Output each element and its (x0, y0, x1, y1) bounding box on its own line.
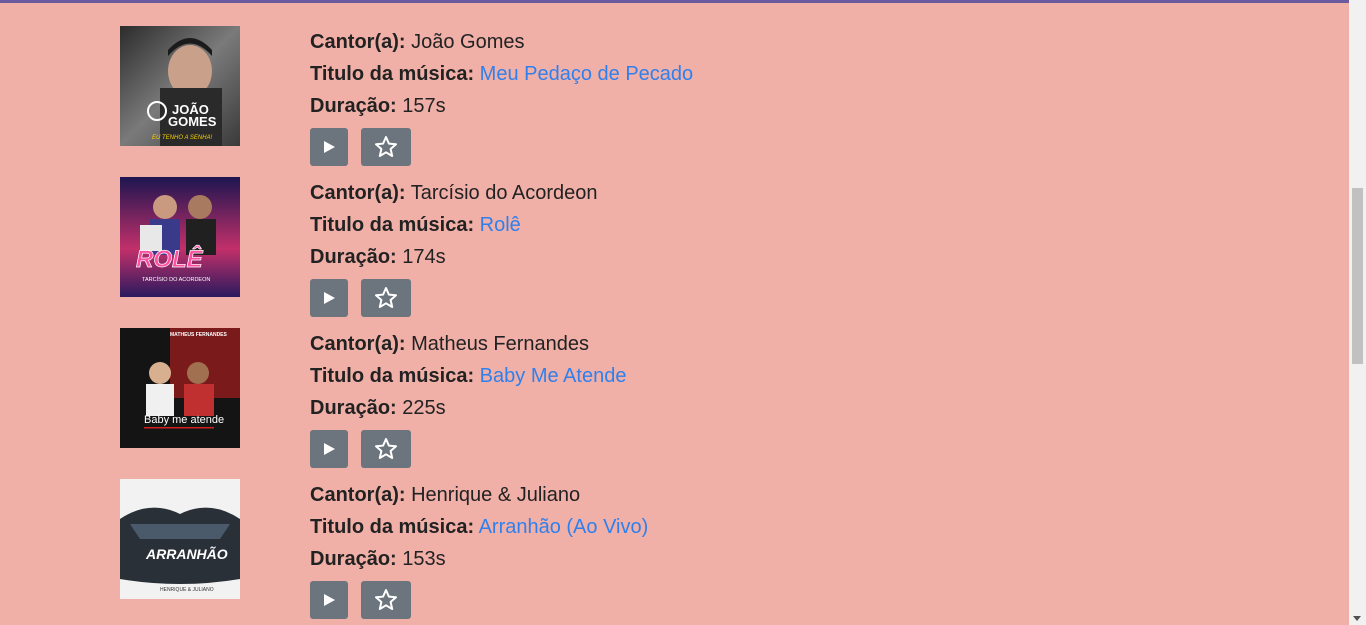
artist-line: Cantor(a): Henrique & Juliano (310, 479, 648, 511)
song-item: ROLÊ TARCÍSIO DO ACORDEON Cantor(a): Tar… (120, 177, 1340, 328)
duration-label: Duração: (310, 246, 397, 268)
duration-value: 225s (402, 397, 446, 419)
duration-label: Duração: (310, 397, 397, 419)
title-label: Titulo da música: (310, 365, 475, 387)
duration-label: Duração: (310, 548, 397, 570)
song-item: MATHEUS FERNANDES Baby me atende Cantor(… (120, 328, 1340, 479)
artist-line: Cantor(a): João Gomes (310, 26, 693, 58)
title-line: Titulo da música: Arranhão (Ao Vivo) (310, 511, 648, 543)
title-label: Titulo da música: (310, 214, 475, 236)
play-icon (324, 141, 335, 153)
svg-text:EU TENHO A SENHA!: EU TENHO A SENHA! (152, 135, 213, 141)
artist-name: Tarcísio do Acordeon (410, 182, 598, 204)
vertical-scrollbar[interactable] (1349, 0, 1366, 625)
svg-text:ARRANHÃO: ARRANHÃO (145, 545, 228, 562)
artist-label: Cantor(a): (310, 333, 406, 355)
album-cover: JOÃO GOMES EU TENHO A SENHA! (120, 26, 240, 146)
play-button[interactable] (310, 581, 348, 619)
title-line: Titulo da música: Rolê (310, 209, 598, 241)
duration-line: Duração: 174s (310, 241, 598, 273)
svg-text:Baby me atende: Baby me atende (144, 414, 224, 426)
play-button[interactable] (310, 279, 348, 317)
star-icon (375, 287, 397, 308)
play-button[interactable] (310, 128, 348, 166)
artist-label: Cantor(a): (310, 484, 406, 506)
duration-label: Duração: (310, 95, 397, 117)
scroll-down-arrow-icon[interactable] (1353, 616, 1361, 621)
album-cover: MATHEUS FERNANDES Baby me atende (120, 328, 240, 448)
artist-name: João Gomes (411, 31, 525, 53)
favorite-button[interactable] (361, 279, 411, 317)
artist-label: Cantor(a): (310, 182, 406, 204)
page-top-border (0, 0, 1349, 3)
artist-label: Cantor(a): (310, 31, 406, 53)
svg-text:TARCÍSIO DO ACORDEON: TARCÍSIO DO ACORDEON (142, 276, 210, 283)
svg-text:ROLÊ: ROLÊ (136, 245, 204, 273)
play-icon (324, 292, 335, 304)
svg-text:MATHEUS FERNANDES: MATHEUS FERNANDES (170, 332, 228, 338)
play-icon (324, 443, 335, 455)
song-title-link[interactable]: Meu Pedaço de Pecado (480, 63, 694, 85)
title-line: Titulo da música: Meu Pedaço de Pecado (310, 58, 693, 90)
song-actions (310, 581, 648, 619)
song-title-link[interactable]: Baby Me Atende (480, 365, 627, 387)
song-title-link[interactable]: Rolê (480, 214, 521, 236)
favorite-button[interactable] (361, 430, 411, 468)
artist-line: Cantor(a): Matheus Fernandes (310, 328, 626, 360)
title-label: Titulo da música: (310, 63, 475, 85)
song-item: JOÃO GOMES EU TENHO A SENHA! Cantor(a): … (120, 26, 1340, 177)
svg-text:GOMES: GOMES (168, 114, 217, 129)
svg-text:HENRIQUE & JULIANO: HENRIQUE & JULIANO (160, 587, 214, 593)
star-icon (375, 438, 397, 459)
artist-name: Henrique & Juliano (411, 484, 581, 506)
album-cover: ROLÊ TARCÍSIO DO ACORDEON (120, 177, 240, 297)
duration-line: Duração: 225s (310, 392, 626, 424)
scrollbar-thumb[interactable] (1352, 188, 1363, 364)
song-info: Cantor(a): Henrique & Juliano Titulo da … (310, 479, 648, 619)
favorite-button[interactable] (361, 581, 411, 619)
play-icon (324, 594, 335, 606)
album-cover: ARRANHÃO HENRIQUE & JULIANO (120, 479, 240, 599)
song-item: ARRANHÃO HENRIQUE & JULIANO Cantor(a): H… (120, 479, 1340, 625)
song-list: JOÃO GOMES EU TENHO A SENHA! Cantor(a): … (120, 26, 1340, 625)
song-info: Cantor(a): Tarcísio do Acordeon Titulo d… (310, 177, 598, 317)
artist-line: Cantor(a): Tarcísio do Acordeon (310, 177, 598, 209)
song-info: Cantor(a): Matheus Fernandes Titulo da m… (310, 328, 626, 468)
song-actions (310, 128, 693, 166)
duration-value: 153s (402, 548, 446, 570)
song-info: Cantor(a): João Gomes Titulo da música: … (310, 26, 693, 166)
duration-value: 157s (402, 95, 446, 117)
song-title-link[interactable]: Arranhão (Ao Vivo) (479, 516, 649, 538)
song-actions (310, 279, 598, 317)
title-label: Titulo da música: (310, 516, 475, 538)
title-line: Titulo da música: Baby Me Atende (310, 360, 626, 392)
artist-name: Matheus Fernandes (411, 333, 589, 355)
star-icon (375, 136, 397, 157)
play-button[interactable] (310, 430, 348, 468)
duration-value: 174s (402, 246, 446, 268)
duration-line: Duração: 153s (310, 543, 648, 575)
song-actions (310, 430, 626, 468)
star-icon (375, 589, 397, 610)
duration-line: Duração: 157s (310, 90, 693, 122)
favorite-button[interactable] (361, 128, 411, 166)
